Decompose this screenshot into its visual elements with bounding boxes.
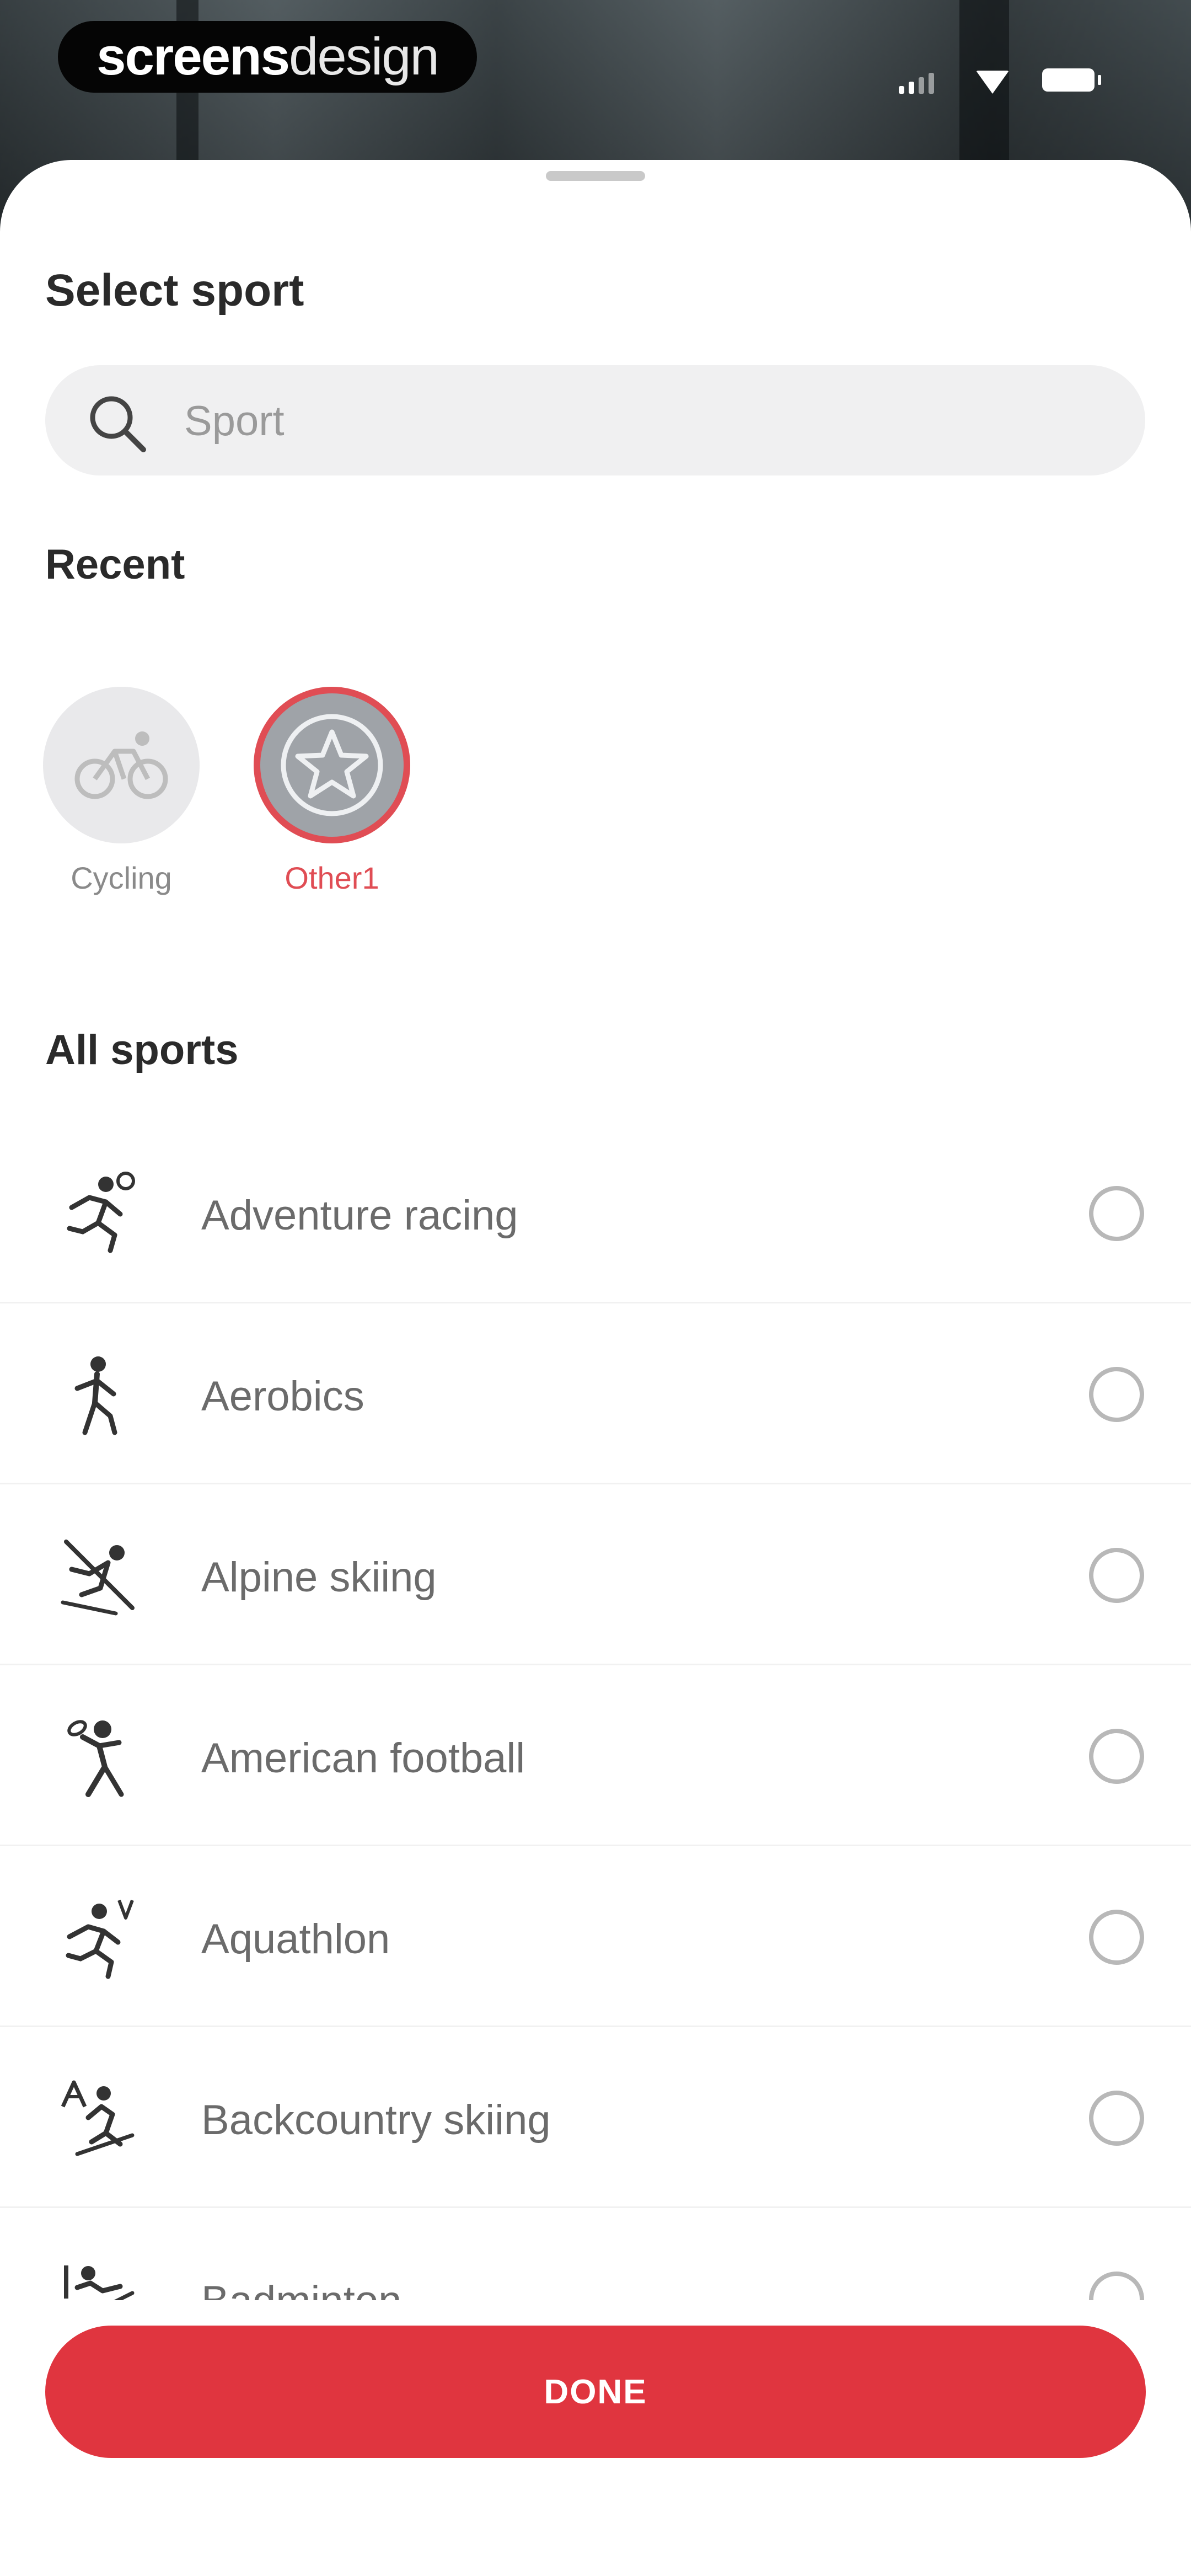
sport-name: Alpine skiing bbox=[201, 1554, 437, 1601]
radio-button[interactable] bbox=[1089, 2091, 1144, 2146]
star-icon bbox=[281, 714, 383, 816]
done-button[interactable]: DONE bbox=[45, 2326, 1146, 2458]
signal-bar-icon bbox=[909, 82, 914, 94]
skier-icon bbox=[61, 1540, 135, 1616]
list-item-aquathlon[interactable]: Aquathlon bbox=[0, 1846, 1191, 2027]
bike-icon bbox=[74, 731, 168, 799]
list-item-alpine-skiing[interactable]: Alpine skiing bbox=[0, 1484, 1191, 1665]
radio-button[interactable] bbox=[1089, 1910, 1144, 1965]
sport-name: American football bbox=[201, 1735, 525, 1782]
watermark-bold: screens bbox=[96, 27, 290, 86]
watermark-light: design bbox=[289, 27, 439, 86]
radio-button[interactable] bbox=[1089, 1729, 1144, 1784]
football-player-icon bbox=[67, 1720, 124, 1797]
aerobics-icon bbox=[74, 1356, 117, 1435]
search-bar[interactable] bbox=[45, 365, 1145, 475]
recent-item-label: Other1 bbox=[285, 861, 379, 895]
sports-list[interactable]: Adventure racing Aerobics Alpine skiing bbox=[0, 1123, 1191, 2457]
signal-bar-icon bbox=[899, 86, 904, 94]
battery-icon bbox=[1042, 68, 1101, 92]
watermark-logo: screensdesign bbox=[58, 21, 477, 93]
radio-button[interactable] bbox=[1089, 1548, 1144, 1603]
search-input[interactable] bbox=[183, 387, 1095, 455]
sport-name: Aquathlon bbox=[201, 1916, 390, 1963]
sheet-title: Select sport bbox=[45, 265, 304, 316]
status-bar bbox=[893, 55, 1125, 94]
radio-button[interactable] bbox=[1089, 1367, 1144, 1422]
aquathlon-icon bbox=[66, 1899, 134, 1979]
sheet-grabber[interactable] bbox=[546, 171, 645, 181]
list-item-adventure-racing[interactable]: Adventure racing bbox=[0, 1123, 1191, 1303]
signal-bar-icon bbox=[919, 77, 924, 94]
select-sport-sheet: Select sport Recent Cycling Oth bbox=[0, 160, 1191, 2576]
sport-name: Backcountry skiing bbox=[201, 2097, 551, 2144]
backcountry-ski-icon bbox=[61, 2080, 135, 2156]
signal-bar-icon bbox=[929, 73, 934, 94]
runner-icon bbox=[67, 1172, 135, 1253]
recent-item-label: Cycling bbox=[71, 861, 172, 895]
wifi-icon bbox=[976, 71, 1009, 94]
sport-name: Aerobics bbox=[201, 1373, 364, 1420]
sport-name: Adventure racing bbox=[201, 1192, 518, 1239]
search-icon bbox=[90, 396, 146, 452]
list-item-american-football[interactable]: American football bbox=[0, 1665, 1191, 1846]
recent-item-other1[interactable]: Other1 bbox=[249, 687, 415, 896]
all-sports-heading: All sports bbox=[45, 1027, 239, 1073]
list-item-backcountry-skiing[interactable]: Backcountry skiing bbox=[0, 2027, 1191, 2208]
list-item-aerobics[interactable]: Aerobics bbox=[0, 1303, 1191, 1484]
radio-button[interactable] bbox=[1089, 1186, 1144, 1241]
recent-heading: Recent bbox=[45, 541, 185, 588]
recent-circle bbox=[43, 687, 200, 843]
recent-item-cycling[interactable]: Cycling bbox=[39, 687, 204, 896]
recent-circle-selected bbox=[254, 687, 410, 843]
